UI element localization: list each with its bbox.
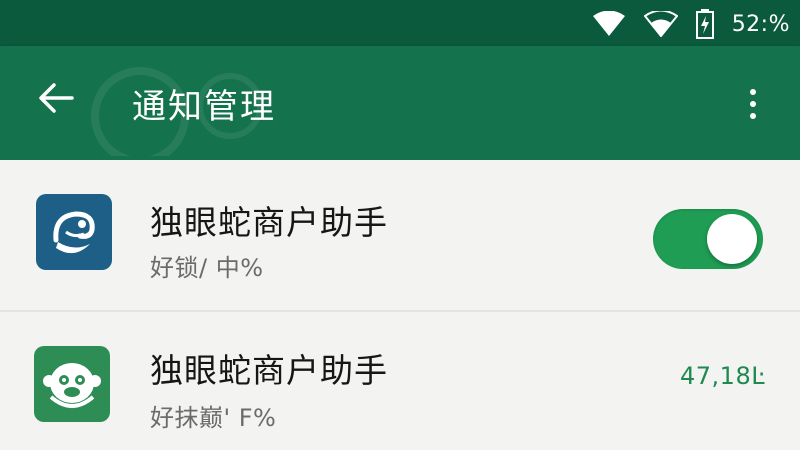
- app-bar: 通知管理: [0, 46, 800, 160]
- list-item[interactable]: 独眼蛇商户助手 好锁/ 中%: [0, 160, 800, 312]
- app-subtitle: 好锁/ 中%: [150, 254, 264, 282]
- more-vertical-icon: [750, 89, 756, 95]
- app-notification-list: 独眼蛇商户助手 好锁/ 中% 独眼蛇商户助手 好抹巅' F% 47,18Ŀ: [0, 160, 800, 450]
- notification-toggle[interactable]: [653, 209, 763, 269]
- battery-charging-icon: [695, 9, 714, 39]
- wifi-icon: [643, 11, 678, 37]
- arrow-left-icon: [38, 83, 74, 117]
- page-title: 通知管理: [132, 87, 276, 127]
- monkey-app-icon: [34, 346, 110, 422]
- more-vertical-icon-dot: [750, 113, 756, 119]
- app-name: 独眼蛇商户助手: [150, 203, 388, 242]
- wifi-full-icon: [592, 11, 626, 37]
- status-bar: 52:%: [0, 0, 800, 46]
- app-name: 独眼蛇商户助手: [150, 351, 388, 390]
- app-subtitle: 好抹巅' F%: [150, 404, 277, 432]
- more-options-button[interactable]: [735, 82, 771, 126]
- snake-app-icon: [36, 194, 112, 270]
- battery-percentage: 52:%: [731, 11, 790, 37]
- toggle-knob: [707, 214, 757, 264]
- list-item[interactable]: 独眼蛇商户助手 好抹巅' F% 47,18Ŀ: [0, 314, 800, 450]
- status-icons: 52:%: [592, 8, 790, 40]
- back-button[interactable]: [34, 78, 78, 122]
- item-value: 47,18Ŀ: [680, 362, 766, 390]
- more-vertical-icon-dot: [750, 101, 756, 107]
